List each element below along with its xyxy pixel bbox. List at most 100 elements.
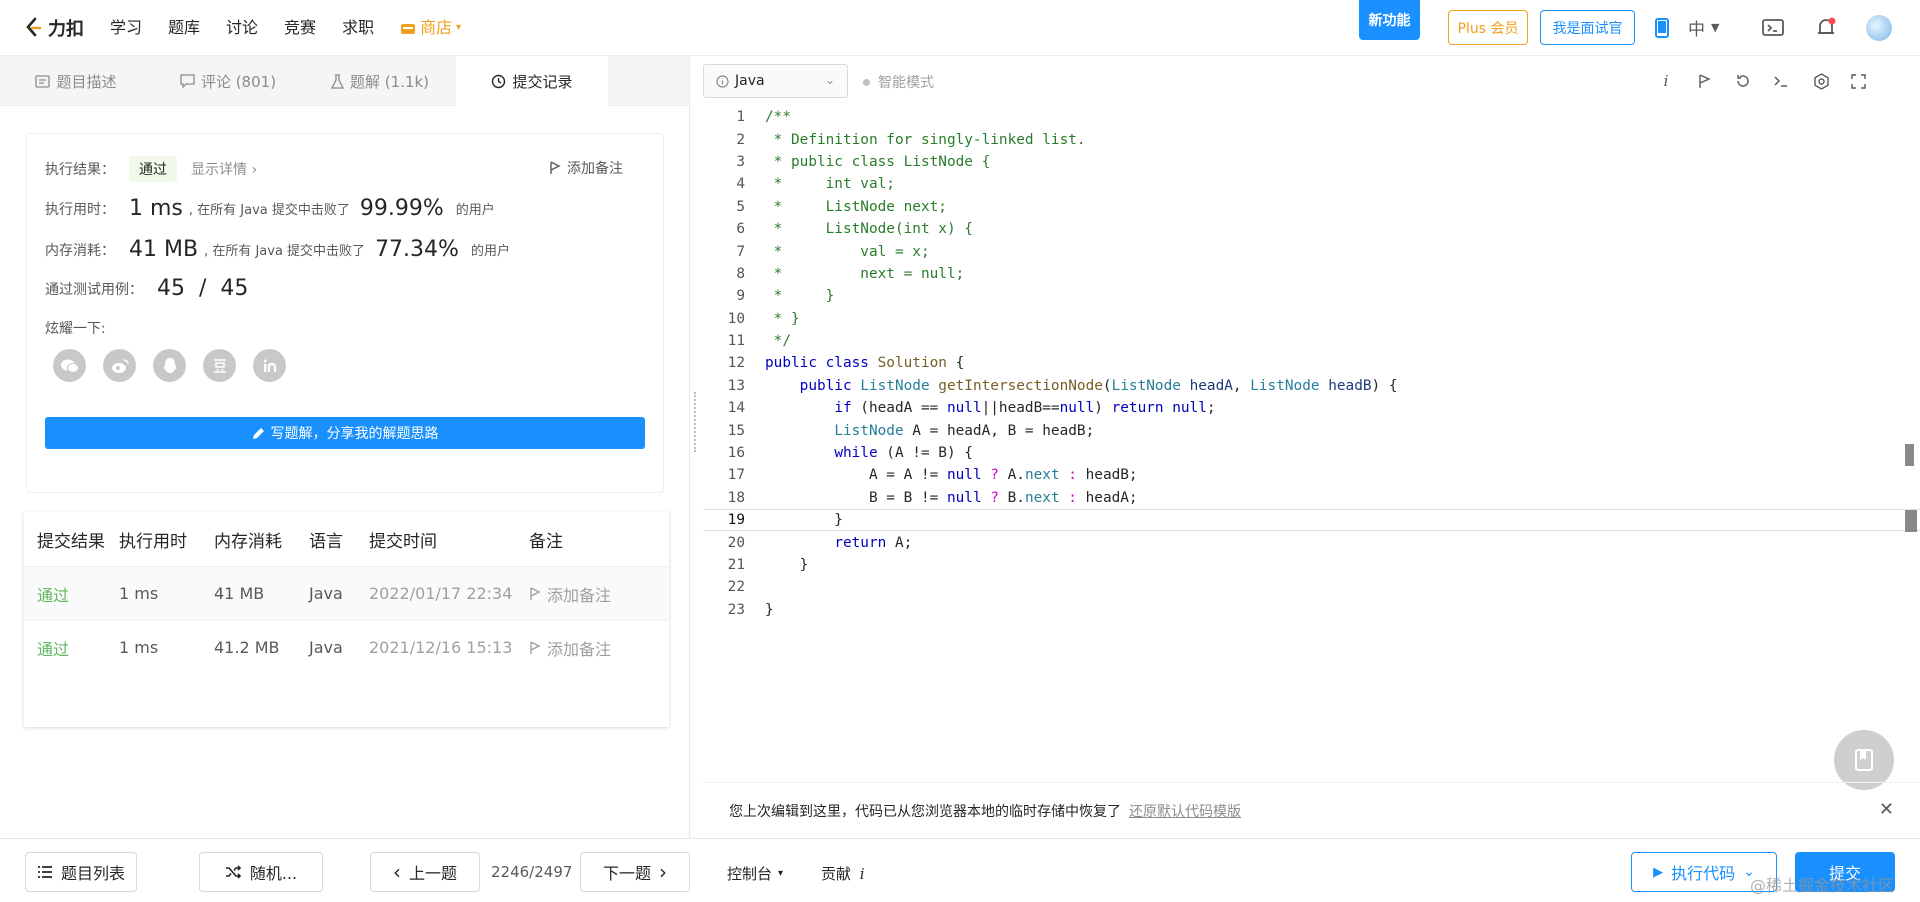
- nav-contest[interactable]: 竞赛: [284, 16, 316, 40]
- row-add-note[interactable]: 添加备注: [529, 582, 669, 606]
- add-note-label: 添加备注: [567, 161, 623, 177]
- chevron-down-icon: ⌄: [824, 73, 835, 87]
- col-submit-time: 提交时间: [369, 531, 437, 552]
- scrollbar-thumb[interactable]: [1905, 510, 1917, 532]
- info-italic-icon[interactable]: i: [1656, 71, 1676, 91]
- testcases-row: 通过测试用例： 45 / 45: [45, 276, 254, 301]
- code-area[interactable]: 1 /** 2 * Definition for singly-linked li…: [703, 106, 1920, 621]
- plus-member-button[interactable]: Plus 会员: [1448, 10, 1528, 45]
- row-date: 2021/12/16 15:13: [369, 638, 513, 657]
- qq-icon[interactable]: [153, 349, 186, 382]
- table-row[interactable]: 通过 1 ms 41 MB Java 2022/01/17 22:34 添加备注: [24, 566, 669, 620]
- user-avatar[interactable]: [1866, 15, 1892, 41]
- playground-icon[interactable]: [1761, 16, 1785, 40]
- notebook-float-button[interactable]: [1834, 730, 1894, 790]
- language-label: 中: [1688, 20, 1705, 40]
- mobile-icon[interactable]: [1650, 16, 1674, 40]
- users-text: 的用户: [470, 244, 510, 259]
- row-status[interactable]: 通过: [24, 582, 119, 606]
- smart-mode-toggle[interactable]: 智能模式: [863, 72, 934, 92]
- code-line: B = B != null ? B.next : headA;: [765, 489, 1138, 506]
- code-line: }: [765, 557, 809, 573]
- share-label: 炫耀一下:: [45, 321, 106, 337]
- notification-bell-icon[interactable]: [1814, 16, 1838, 40]
- row-memory: 41.2 MB: [214, 638, 280, 657]
- problem-list-button[interactable]: 题目列表: [25, 852, 137, 892]
- flag-icon[interactable]: [1694, 71, 1714, 91]
- tab-label: 评论 (801): [200, 72, 277, 91]
- code-line: * int val;: [765, 176, 895, 193]
- nav-store[interactable]: 商店 ▾: [400, 16, 461, 40]
- table-row[interactable]: 通过 1 ms 41.2 MB Java 2021/12/16 15:13 添加…: [24, 620, 669, 674]
- add-note-button[interactable]: 添加备注: [549, 158, 623, 178]
- chevron-right-icon: ›: [251, 162, 258, 178]
- scrollbar-marker[interactable]: [1905, 444, 1914, 466]
- line-number: 9: [736, 288, 745, 305]
- fullscreen-icon[interactable]: [1848, 71, 1868, 91]
- row-runtime: 1 ms: [119, 638, 159, 657]
- code-line: }: [765, 601, 774, 618]
- interviewer-button[interactable]: 我是面试官: [1540, 10, 1635, 45]
- terminal-icon[interactable]: [1771, 71, 1791, 91]
- share-row: 炫耀一下:: [45, 318, 106, 338]
- linkedin-icon[interactable]: [253, 349, 286, 382]
- code-line: */: [765, 333, 791, 350]
- restore-default-link[interactable]: 还原默认代码模版: [1129, 801, 1241, 821]
- memory-percentile: 77.34%: [375, 237, 459, 262]
- prev-label: 上一题: [408, 864, 457, 883]
- line-number: 16: [727, 445, 745, 462]
- tab-description[interactable]: 题目描述: [0, 56, 152, 106]
- runtime-percentile: 99.99%: [359, 196, 444, 221]
- panel-resize-handle[interactable]: [694, 392, 698, 452]
- nav-discuss[interactable]: 讨论: [226, 16, 258, 40]
- line-number: 12: [727, 355, 745, 372]
- caret-down-icon: ▾: [778, 868, 784, 879]
- settings-icon[interactable]: [1811, 71, 1831, 91]
- line-number: 14: [727, 400, 745, 417]
- list-icon: [37, 866, 52, 878]
- nav-jobs[interactable]: 求职: [342, 16, 374, 40]
- runtime-value: 1 ms: [129, 196, 183, 221]
- comment-icon: [180, 74, 195, 88]
- random-button[interactable]: 随机...: [199, 852, 323, 892]
- leetcode-logo[interactable]: 力扣: [24, 15, 84, 41]
- language-switcher[interactable]: 中 ▼: [1688, 15, 1719, 40]
- code-line: * }: [765, 288, 835, 305]
- nav-problemset[interactable]: 题库: [168, 16, 200, 40]
- run-code-label: 执行代码: [1671, 864, 1736, 883]
- code-line: return A;: [834, 534, 913, 551]
- col-notes: 备注: [529, 531, 563, 552]
- flask-icon: [330, 73, 344, 89]
- play-icon: ▶: [1653, 864, 1664, 880]
- language-select[interactable]: Java ⌄: [703, 64, 848, 98]
- tab-solutions[interactable]: 题解 (1.1k): [304, 56, 456, 106]
- reset-icon[interactable]: [1733, 71, 1753, 91]
- close-icon[interactable]: ✕: [1879, 799, 1894, 820]
- write-solution-button[interactable]: 写题解，分享我的解题思路: [45, 417, 645, 449]
- tab-comments[interactable]: 评论 (801): [152, 56, 304, 106]
- info-italic-icon: i: [859, 865, 865, 883]
- code-line: * val = x;: [765, 243, 930, 260]
- show-details-link[interactable]: 显示详情 ›: [191, 159, 257, 179]
- row-add-note[interactable]: 添加备注: [529, 636, 669, 660]
- col-language: 语言: [309, 531, 343, 552]
- console-toggle[interactable]: 控制台 ▾: [727, 863, 783, 884]
- nav-learn[interactable]: 学习: [110, 16, 142, 40]
- tab-label: 提交记录: [512, 72, 573, 91]
- tab-submissions[interactable]: 提交记录: [456, 56, 608, 106]
- row-status[interactable]: 通过: [24, 636, 119, 660]
- contribute-link[interactable]: 贡献 i: [821, 863, 865, 884]
- tab-bar: 题目描述 评论 (801) 题解 (1.1k) 提交记录: [0, 56, 689, 106]
- wechat-icon[interactable]: [53, 349, 86, 382]
- next-label: 下一题: [602, 864, 651, 883]
- line-number: 21: [727, 557, 745, 573]
- new-feature-badge[interactable]: 新功能: [1359, 0, 1420, 40]
- weibo-icon[interactable]: [103, 349, 136, 382]
- memory-text: , 在所有 Java 提交中击败了: [204, 244, 366, 259]
- next-problem-button[interactable]: 下一题 ›: [580, 852, 690, 892]
- runtime-row: 执行用时： 1 ms , 在所有 Java 提交中击败了 99.99% 的用户: [45, 196, 495, 221]
- code-line: A = A != null ? A.next : headB;: [765, 467, 1138, 484]
- code-line: public ListNode getIntersectionNode(List…: [799, 377, 1398, 394]
- douban-icon[interactable]: [203, 349, 236, 382]
- prev-problem-button[interactable]: ‹ 上一题: [370, 852, 480, 892]
